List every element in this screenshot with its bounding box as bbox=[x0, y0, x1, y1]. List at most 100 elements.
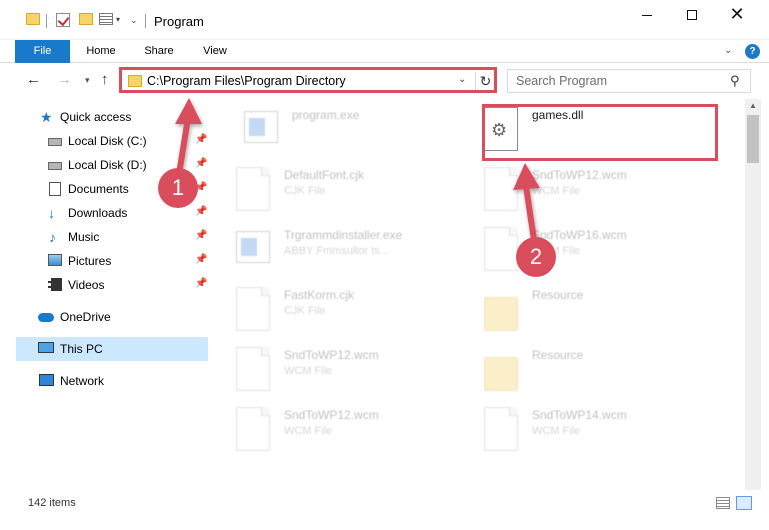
tab-file[interactable]: File bbox=[15, 40, 70, 63]
details-view-icon[interactable] bbox=[716, 497, 730, 509]
file-name: FastKorm.cjk bbox=[284, 288, 355, 302]
pc-icon bbox=[38, 342, 54, 353]
scrollbar-thumb[interactable] bbox=[747, 115, 759, 163]
file-type: ABBY Fmmsultor ts... bbox=[284, 245, 389, 257]
sidebar-item-pictures[interactable]: Pictures 📌 bbox=[0, 249, 208, 273]
minimize-icon bbox=[642, 14, 652, 16]
folder-name: Resource bbox=[532, 288, 584, 302]
dll-gear-icon: ⚙ bbox=[484, 107, 518, 151]
navigation-pane: ★ Quick access Local Disk (C:) 📌 Local D… bbox=[0, 99, 210, 490]
sidebar-item-label: This PC bbox=[60, 342, 103, 356]
minimize-button[interactable] bbox=[624, 0, 670, 30]
recent-locations-icon[interactable]: ▾ bbox=[85, 75, 90, 86]
blank-file-icon bbox=[236, 167, 270, 211]
sidebar-item-label: Local Disk (D:) bbox=[68, 158, 147, 172]
close-button[interactable]: ✕ bbox=[714, 0, 760, 30]
status-bar: 142 items bbox=[0, 490, 769, 530]
blank-file-icon bbox=[484, 227, 518, 271]
maximize-button[interactable] bbox=[669, 0, 715, 30]
sidebar-item-local-disk-c[interactable]: Local Disk (C:) 📌 bbox=[0, 129, 208, 153]
file-item[interactable]: FastKorm.cjk CJK File bbox=[212, 281, 452, 337]
blank-file-icon bbox=[236, 407, 270, 451]
pictures-icon bbox=[48, 254, 62, 266]
file-item[interactable]: SndToWP12.wcm WCM File bbox=[212, 401, 452, 457]
folder-icon bbox=[128, 75, 142, 87]
network-icon bbox=[39, 374, 54, 386]
sidebar-item-videos[interactable]: Videos 📌 bbox=[0, 273, 208, 297]
sidebar-item-music[interactable]: ♪ Music 📌 bbox=[0, 225, 208, 249]
title-bar: ▾ ⌄ Program ✕ bbox=[0, 0, 769, 40]
file-type: CJK File bbox=[284, 185, 326, 197]
folder-item[interactable]: Resource bbox=[460, 341, 700, 397]
pin-icon: 📌 bbox=[195, 230, 208, 241]
properties-icon[interactable] bbox=[99, 13, 113, 25]
file-list: program.exe ⚙ games.dll DefaultFont.cjk … bbox=[210, 99, 745, 490]
folder-name: Resource bbox=[532, 348, 584, 362]
blank-file-icon bbox=[484, 407, 518, 451]
sidebar-item-onedrive[interactable]: OneDrive bbox=[0, 305, 208, 329]
forward-arrow-icon[interactable]: → bbox=[57, 71, 72, 88]
large-icons-view-icon[interactable] bbox=[736, 496, 752, 510]
file-item-games-dll[interactable]: ⚙ games.dll bbox=[460, 101, 700, 157]
close-icon: ✕ bbox=[729, 4, 745, 25]
file-name: SndToWP12.wcm bbox=[284, 348, 379, 362]
file-item[interactable]: DefaultFont.cjk CJK File bbox=[212, 161, 452, 217]
tab-home[interactable]: Home bbox=[84, 40, 118, 63]
gear-icon: ⚙ bbox=[491, 120, 508, 140]
file-item[interactable]: SndToWP14.wcm WCM File bbox=[460, 401, 700, 457]
file-item[interactable]: SndToWP16.wcm WCM File bbox=[460, 221, 700, 277]
item-count: 142 items bbox=[28, 497, 76, 509]
file-item[interactable]: SndToWP12.wcm WCM File bbox=[460, 161, 700, 217]
scroll-up-icon[interactable]: ▲ bbox=[749, 101, 757, 110]
search-icon[interactable]: ⚲ bbox=[730, 73, 740, 89]
sidebar-item-this-pc[interactable]: This PC bbox=[16, 337, 208, 361]
file-type: WCM File bbox=[532, 185, 581, 197]
onedrive-icon bbox=[38, 313, 54, 322]
address-path[interactable]: C:\Program Files\Program Directory bbox=[147, 74, 346, 88]
search-input[interactable]: Search Program ⚲ bbox=[507, 69, 751, 93]
properties-check-icon[interactable] bbox=[56, 13, 70, 27]
file-item[interactable]: Trgrammdinstaller.exe ABBY Fmmsultor ts.… bbox=[212, 221, 452, 277]
help-icon[interactable]: ? bbox=[745, 44, 760, 59]
pin-icon: 📌 bbox=[195, 278, 208, 289]
back-arrow-icon[interactable]: ← bbox=[26, 71, 41, 88]
sidebar-item-label: OneDrive bbox=[60, 310, 111, 324]
document-icon bbox=[49, 182, 61, 196]
pin-icon: 📌 bbox=[195, 206, 208, 217]
file-type: WCM File bbox=[532, 425, 581, 437]
ribbon-tabs: File Home Share View ⌄ ? bbox=[0, 40, 769, 63]
step-2-badge: 2 bbox=[516, 237, 556, 277]
sidebar-item-label: Local Disk (C:) bbox=[68, 134, 147, 148]
file-item[interactable]: program.exe bbox=[220, 101, 460, 157]
chevron-down-icon[interactable]: ▾ bbox=[116, 15, 120, 24]
folder-icon bbox=[484, 297, 518, 331]
sidebar-item-quick-access[interactable]: ★ Quick access bbox=[0, 105, 208, 129]
address-dropdown-icon[interactable]: ⌄ bbox=[458, 74, 466, 85]
sidebar-item-label: Network bbox=[60, 374, 105, 388]
sidebar-item-label: Music bbox=[68, 230, 100, 244]
pin-icon: 📌 bbox=[195, 158, 208, 169]
address-bar[interactable]: C:\Program Files\Program Directory ⌄ ↻ bbox=[121, 69, 497, 93]
vertical-scrollbar[interactable]: ▲ bbox=[745, 99, 761, 490]
sidebar-item-label: Documents bbox=[68, 182, 129, 196]
tab-view[interactable]: View bbox=[200, 40, 230, 63]
sidebar-item-label: Downloads bbox=[68, 206, 128, 220]
folder-item[interactable]: Resource bbox=[460, 281, 700, 337]
sidebar-item-network[interactable]: Network bbox=[0, 369, 208, 393]
tab-share[interactable]: Share bbox=[142, 40, 176, 63]
blank-file-icon bbox=[236, 287, 270, 331]
folder-icon bbox=[484, 357, 518, 391]
up-arrow-icon[interactable]: ↑ bbox=[101, 71, 109, 88]
expand-ribbon-icon[interactable]: ⌄ bbox=[724, 45, 732, 56]
folder-icon[interactable] bbox=[26, 13, 40, 25]
navigation-bar: ← → ▾ ↑ C:\Program Files\Program Directo… bbox=[0, 63, 769, 99]
search-placeholder: Search Program bbox=[516, 74, 608, 88]
file-name: program.exe bbox=[292, 108, 360, 122]
star-icon: ★ bbox=[40, 109, 53, 125]
refresh-icon[interactable]: ↻ bbox=[475, 72, 495, 90]
new-folder-icon[interactable] bbox=[79, 13, 93, 25]
customize-toolbar-icon[interactable]: ⌄ bbox=[130, 15, 138, 26]
download-icon: ↓ bbox=[48, 205, 55, 221]
installer-icon bbox=[236, 231, 270, 263]
file-item[interactable]: SndToWP12.wcm WCM File bbox=[212, 341, 452, 397]
